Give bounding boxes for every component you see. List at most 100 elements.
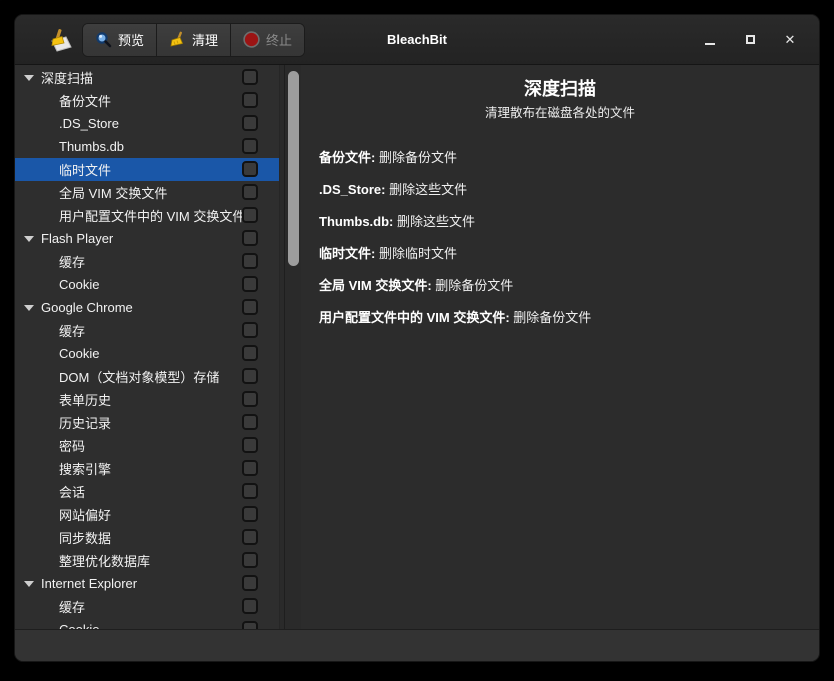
tree-item-label: 临时文件: [59, 160, 111, 179]
tree-row[interactable]: 整理优化数据库: [15, 549, 279, 572]
tree-item-label: 搜索引擎: [59, 459, 111, 478]
description-entry: .DS_Store: 删除这些文件: [319, 183, 801, 197]
tree-row[interactable]: DOM（文档对象模型）存储: [15, 365, 279, 388]
maximize-button[interactable]: [741, 31, 759, 49]
checkbox[interactable]: [242, 529, 258, 545]
broom-icon: [169, 31, 186, 48]
entry-term: .DS_Store:: [319, 182, 385, 197]
minimize-icon: [705, 43, 715, 45]
tree-row[interactable]: .DS_Store: [15, 112, 279, 135]
maximize-icon: [746, 35, 755, 44]
tree-item-label: .DS_Store: [59, 116, 119, 131]
description-pane: 深度扫描 清理散布在磁盘各处的文件 备份文件: 删除备份文件 .DS_Store:…: [301, 65, 819, 629]
checkbox[interactable]: [242, 69, 258, 85]
entry-description: 删除备份文件: [379, 150, 457, 165]
tree-row[interactable]: 全局 VIM 交换文件: [15, 181, 279, 204]
tree-scrollbar: [279, 65, 301, 629]
checkbox[interactable]: [242, 483, 258, 499]
tree-item-label: 缓存: [59, 252, 85, 271]
tree-row[interactable]: 同步数据: [15, 526, 279, 549]
checkbox[interactable]: [242, 161, 258, 177]
expander-triangle-icon[interactable]: [24, 305, 34, 311]
tree-item-label: Cookie: [59, 277, 99, 292]
tree-row[interactable]: 密码: [15, 434, 279, 457]
scrollbar-thumb[interactable]: [288, 71, 299, 266]
tree-row[interactable]: 会话: [15, 480, 279, 503]
tree-item-label: 深度扫描: [41, 68, 93, 87]
tree-item-label: 网站偏好: [59, 505, 111, 524]
tree-row[interactable]: 历史记录: [15, 411, 279, 434]
tree-row[interactable]: 临时文件: [15, 158, 279, 181]
tree-row[interactable]: 搜索引擎: [15, 457, 279, 480]
toolbar-button-stop[interactable]: 终止: [231, 24, 304, 56]
entry-description: 删除这些文件: [397, 214, 475, 229]
tree-row[interactable]: Flash Player: [15, 227, 279, 250]
checkbox[interactable]: [242, 299, 258, 315]
tree-row[interactable]: Cookie: [15, 342, 279, 365]
checkbox[interactable]: [242, 138, 258, 154]
tree-row[interactable]: Thumbs.db: [15, 135, 279, 158]
checkbox[interactable]: [242, 598, 258, 614]
tree-row[interactable]: 深度扫描: [15, 66, 279, 89]
expander-triangle-icon[interactable]: [24, 75, 34, 81]
tree-row[interactable]: 缓存: [15, 250, 279, 273]
checkbox[interactable]: [242, 345, 258, 361]
checkbox[interactable]: [242, 460, 258, 476]
checkbox[interactable]: [242, 368, 258, 384]
minimize-button[interactable]: [701, 31, 719, 49]
tree-row[interactable]: 网站偏好: [15, 503, 279, 526]
close-button[interactable]: ✕: [781, 31, 799, 49]
tree-item-label: Internet Explorer: [41, 576, 137, 591]
pane-title: 深度扫描: [319, 78, 801, 100]
tree-row[interactable]: 缓存: [15, 595, 279, 618]
checkbox[interactable]: [242, 621, 258, 629]
tree-row[interactable]: 备份文件: [15, 89, 279, 112]
toolbar-button-magnifier[interactable]: 预览: [83, 24, 157, 56]
toolbar-button-group: 预览清理 终止: [82, 23, 305, 57]
tree-item-label: 会话: [59, 482, 85, 501]
tree-item-label: 密码: [59, 436, 85, 455]
tree-row[interactable]: Cookie: [15, 273, 279, 296]
entry-term: 备份文件:: [319, 150, 375, 165]
tree-row[interactable]: 缓存: [15, 319, 279, 342]
tree-row[interactable]: Internet Explorer: [15, 572, 279, 595]
tree-item-label: DOM（文档对象模型）存储: [59, 367, 219, 386]
window-controls: ✕: [701, 31, 819, 49]
checkbox[interactable]: [242, 253, 258, 269]
checkbox[interactable]: [242, 207, 258, 223]
bleachbit-logo-icon: [45, 28, 72, 52]
checkbox[interactable]: [242, 184, 258, 200]
checkbox[interactable]: [242, 391, 258, 407]
toolbar-button-label: 预览: [118, 30, 144, 49]
checkbox[interactable]: [242, 115, 258, 131]
pane-subtitle: 清理散布在磁盘各处的文件: [319, 102, 801, 121]
entry-term: 临时文件:: [319, 246, 375, 261]
entry-description: 删除备份文件: [435, 278, 513, 293]
bleachbit-window: 预览清理终止 BleachBit ✕ 深度扫描备份文件.DS_StoreThum…: [14, 14, 820, 662]
checkbox[interactable]: [242, 276, 258, 292]
magnifier-icon: [95, 31, 112, 48]
toolbar-button-label: 终止: [266, 30, 292, 49]
tree-row[interactable]: Google Chrome: [15, 296, 279, 319]
entry-term: Thumbs.db:: [319, 214, 393, 229]
entry-term: 用户配置文件中的 VIM 交换文件:: [319, 310, 510, 325]
checkbox[interactable]: [242, 322, 258, 338]
tree-row[interactable]: 用户配置文件中的 VIM 交换文件: [15, 204, 279, 227]
checkbox[interactable]: [242, 437, 258, 453]
tree-row[interactable]: Cookie: [15, 618, 279, 629]
entry-description: 删除临时文件: [379, 246, 457, 261]
description-entry: 全局 VIM 交换文件: 删除备份文件: [319, 279, 801, 293]
checkbox[interactable]: [242, 414, 258, 430]
checkbox[interactable]: [242, 552, 258, 568]
content-area: 深度扫描备份文件 .DS_Store Thumbs.db 临时文件全局 VIM 交换文…: [15, 65, 819, 629]
checkbox[interactable]: [242, 506, 258, 522]
toolbar-button-broom[interactable]: 清理: [157, 24, 231, 56]
checkbox[interactable]: [242, 230, 258, 246]
expander-triangle-icon[interactable]: [24, 236, 34, 242]
tree-row[interactable]: 表单历史: [15, 388, 279, 411]
checkbox[interactable]: [242, 92, 258, 108]
checkbox[interactable]: [242, 575, 258, 591]
stop-icon: [243, 31, 260, 48]
tree-item-label: 表单历史: [59, 390, 111, 409]
expander-triangle-icon[interactable]: [24, 581, 34, 587]
